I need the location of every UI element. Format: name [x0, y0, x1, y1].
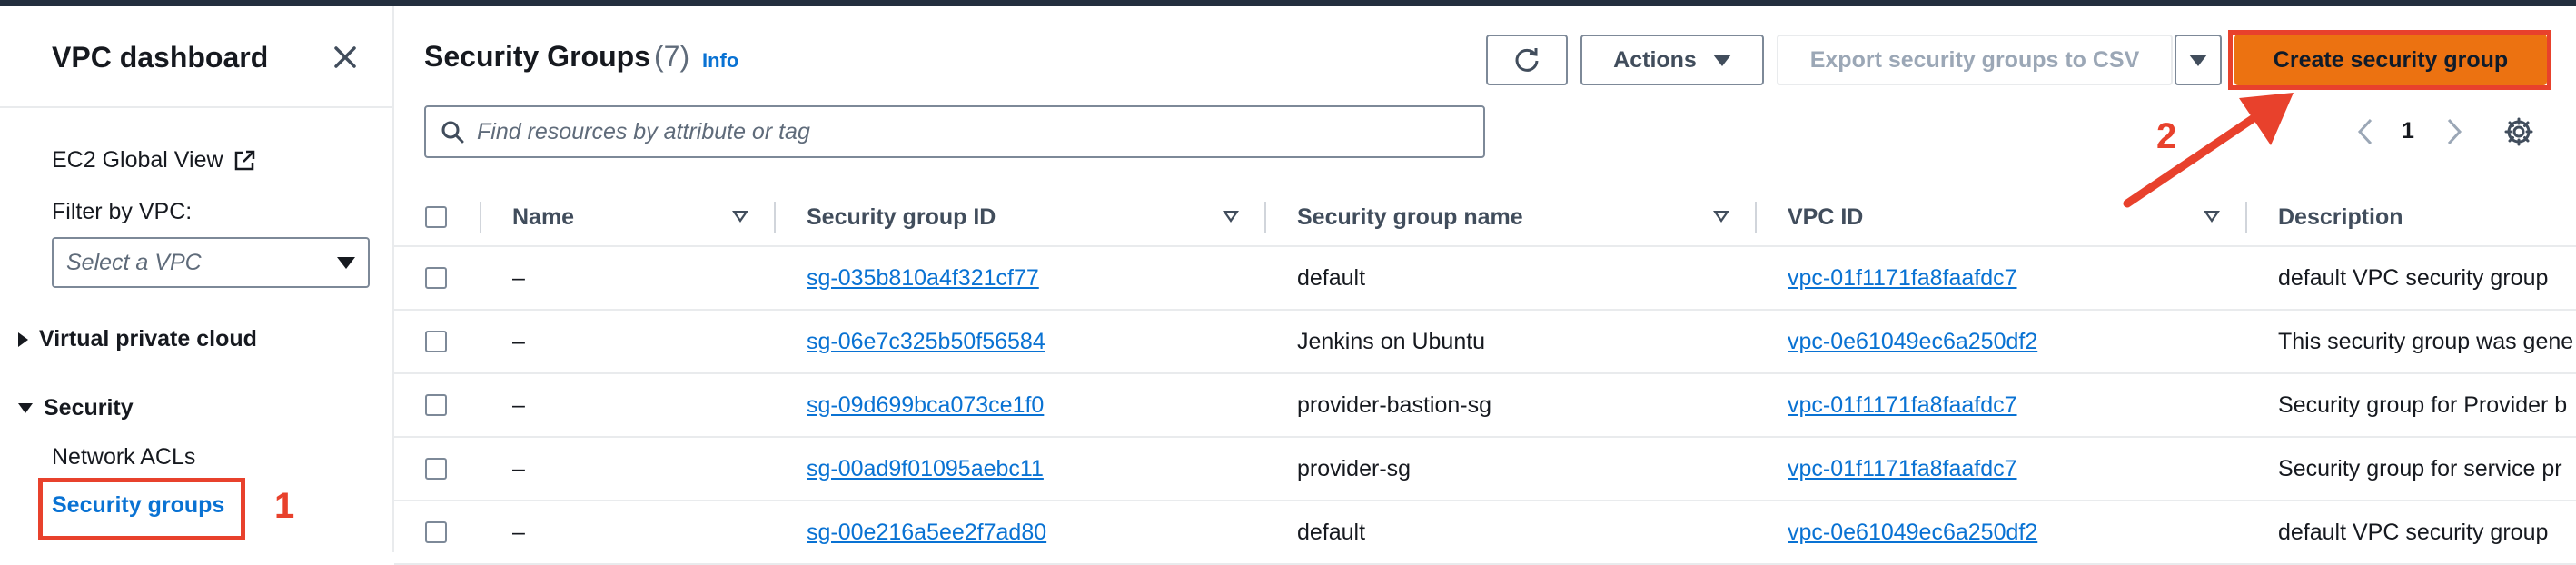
actions-label: Actions: [1613, 46, 1697, 73]
cell-security-group-name: provider-bastion-sg: [1297, 392, 1491, 418]
sidebar-item-network-acls[interactable]: Network ACLs: [52, 444, 195, 471]
close-icon[interactable]: [329, 41, 362, 74]
previous-page-icon[interactable]: [2354, 116, 2376, 147]
sidebar: VPC dashboard EC2 Global View Filter by …: [0, 6, 394, 552]
cell-security-group-name: provider-sg: [1297, 455, 1412, 481]
export-csv-label: Export security groups to CSV: [1809, 46, 2140, 73]
column-separator: [1264, 202, 1266, 233]
export-csv-button[interactable]: Export security groups to CSV: [1777, 35, 2173, 85]
caret-down-icon: [337, 256, 355, 269]
sort-icon[interactable]: [1713, 211, 1729, 223]
page-title: Security Groups: [424, 40, 650, 73]
cell-security-group-name: default: [1297, 519, 1366, 545]
export-dropdown-button[interactable]: [2175, 35, 2222, 85]
cell-security-group-id-link[interactable]: sg-09d699bca073ce1f0: [807, 374, 1044, 436]
sort-icon[interactable]: [2204, 211, 2220, 223]
cell-vpc-id-link[interactable]: vpc-0e61049ec6a250df2: [1788, 501, 2037, 563]
sidebar-section-label: Virtual private cloud: [39, 326, 257, 352]
sidebar-section-label: Security: [44, 395, 134, 421]
search-icon: [441, 121, 464, 144]
sidebar-divider: [0, 106, 392, 108]
current-page[interactable]: 1: [2402, 118, 2414, 144]
cell-name: –: [512, 328, 525, 354]
column-separator: [2245, 202, 2247, 233]
row-checkbox[interactable]: [425, 521, 447, 543]
info-link[interactable]: Info: [702, 49, 738, 73]
row-checkbox[interactable]: [425, 267, 447, 289]
sidebar-item-label: EC2 Global View: [52, 147, 223, 173]
row-checkbox[interactable]: [425, 394, 447, 416]
cell-security-group-id-link[interactable]: sg-00e216a5ee2f7ad80: [807, 501, 1046, 563]
select-all-checkbox[interactable]: [425, 206, 447, 228]
annotation-box-step-1: [38, 478, 245, 540]
external-link-icon: [234, 150, 254, 170]
annotation-number-step-2: 2: [2156, 116, 2177, 156]
settings-gear-icon[interactable]: [2503, 116, 2534, 147]
expand-right-icon: [18, 332, 28, 347]
caret-down-icon: [2189, 54, 2207, 66]
filter-by-vpc-label: Filter by VPC:: [52, 199, 193, 224]
cell-security-group-name: default: [1297, 264, 1366, 291]
refresh-button[interactable]: [1486, 35, 1568, 85]
actions-button[interactable]: Actions: [1580, 35, 1764, 85]
vpc-select-placeholder: Select a VPC: [66, 249, 202, 275]
cell-name: –: [512, 519, 525, 545]
annotation-number-step-1: 1: [274, 486, 295, 526]
cell-vpc-id-link[interactable]: vpc-01f1171fa8faafdc7: [1788, 438, 2017, 500]
sort-icon[interactable]: [1223, 211, 1239, 223]
cell-name: –: [512, 264, 525, 291]
cell-description: Security group for service pr: [2278, 455, 2562, 481]
caret-down-icon: [1712, 54, 1731, 66]
vpc-select[interactable]: Select a VPC: [52, 237, 370, 288]
expand-down-icon: [18, 403, 33, 413]
table-row[interactable]: – sg-00e216a5ee2f7ad80 default vpc-0e610…: [394, 501, 2576, 565]
column-header-security-group-id[interactable]: Security group ID: [807, 187, 996, 247]
table-row[interactable]: – sg-09d699bca073ce1f0 provider-bastion-…: [394, 374, 2576, 438]
cell-security-group-id-link[interactable]: sg-06e7c325b50f56584: [807, 311, 1045, 372]
row-checkbox[interactable]: [425, 331, 447, 352]
column-header-name[interactable]: Name: [512, 187, 574, 247]
column-separator: [1755, 202, 1757, 233]
table-row[interactable]: – sg-035b810a4f321cf77 default vpc-01f11…: [394, 247, 2576, 311]
table-row[interactable]: – sg-00ad9f01095aebc11 provider-sg vpc-0…: [394, 438, 2576, 501]
row-checkbox[interactable]: [425, 458, 447, 480]
search-input[interactable]: Find resources by attribute or tag: [424, 105, 1485, 158]
column-separator: [480, 202, 481, 233]
cell-description: This security group was gene: [2278, 328, 2574, 354]
sidebar-section-security[interactable]: Security: [18, 395, 134, 421]
cell-description: Security group for Provider b: [2278, 392, 2568, 418]
table-row[interactable]: – sg-06e7c325b50f56584 Jenkins on Ubuntu…: [394, 311, 2576, 374]
cell-vpc-id-link[interactable]: vpc-0e61049ec6a250df2: [1788, 311, 2037, 372]
cell-description: default VPC security group: [2278, 264, 2549, 291]
column-separator: [774, 202, 776, 233]
cell-name: –: [512, 455, 525, 481]
column-header-vpc-id[interactable]: VPC ID: [1788, 187, 1863, 247]
search-placeholder: Find resources by attribute or tag: [477, 118, 810, 144]
cell-security-group-id-link[interactable]: sg-035b810a4f321cf77: [807, 247, 1039, 309]
table-header: Name Security group ID Security group na…: [394, 187, 2576, 247]
column-header-description[interactable]: Description: [2278, 187, 2403, 247]
sidebar-title: VPC dashboard: [52, 41, 269, 74]
sidebar-section-virtual-private-cloud[interactable]: Virtual private cloud: [18, 326, 257, 352]
next-page-icon[interactable]: [2443, 116, 2465, 147]
sidebar-item-ec2-global-view[interactable]: EC2 Global View: [52, 147, 256, 173]
sort-icon[interactable]: [732, 211, 748, 223]
cell-security-group-id-link[interactable]: sg-00ad9f01095aebc11: [807, 438, 1044, 500]
cell-name: –: [512, 392, 525, 418]
column-header-security-group-name[interactable]: Security group name: [1297, 187, 1523, 247]
refresh-icon: [1515, 48, 1539, 72]
security-group-count: (7): [654, 40, 690, 73]
top-navigation-bar: [0, 0, 2576, 6]
cell-vpc-id-link[interactable]: vpc-01f1171fa8faafdc7: [1788, 247, 2017, 309]
cell-description: default VPC security group: [2278, 519, 2549, 545]
cell-vpc-id-link[interactable]: vpc-01f1171fa8faafdc7: [1788, 374, 2017, 436]
cell-security-group-name: Jenkins on Ubuntu: [1297, 328, 1486, 354]
